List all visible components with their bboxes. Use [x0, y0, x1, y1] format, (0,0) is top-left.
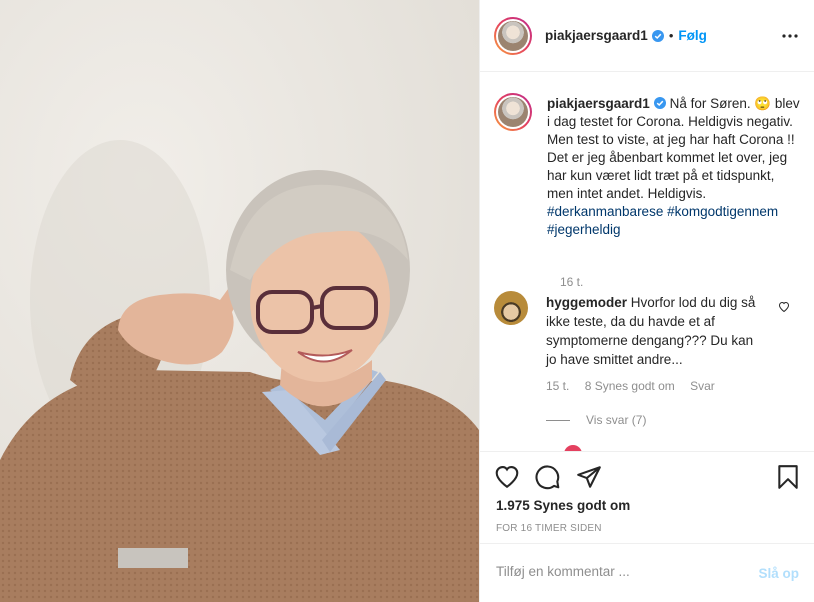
- hashtag-link[interactable]: #komgodtigennem: [667, 204, 778, 219]
- more-options-icon[interactable]: [781, 28, 799, 44]
- follow-button[interactable]: Følg: [678, 28, 707, 43]
- comment-text-block: hyggemoder Hvorfor lod du dig så ikke te…: [546, 293, 758, 369]
- comment-bubble-icon[interactable]: [535, 464, 561, 490]
- heart-icon[interactable]: [494, 464, 520, 490]
- view-replies-button[interactable]: Vis svar (7): [546, 413, 646, 427]
- comment-likes[interactable]: 8 Synes godt om: [585, 379, 675, 393]
- author-avatar[interactable]: [494, 16, 532, 55]
- reply-button[interactable]: Svar: [690, 379, 715, 393]
- paper-plane-icon[interactable]: [576, 464, 602, 490]
- avatar-image: [498, 97, 528, 127]
- verified-badge-icon: [651, 29, 664, 42]
- instagram-post-modal: piakjaersgaard1 • Følg piakjaersgaard1 N…: [0, 0, 814, 602]
- replies-line: [546, 419, 570, 421]
- bookmark-icon[interactable]: [775, 464, 801, 490]
- caption-avatar[interactable]: [494, 93, 532, 131]
- hashtag-link[interactable]: #jegerheldig: [547, 222, 621, 237]
- add-comment-bar: Slå op: [480, 543, 814, 602]
- comment-meta: 15 t. 8 Synes godt om Svar: [546, 379, 727, 393]
- post-comment-button[interactable]: Slå op: [758, 566, 799, 581]
- post-side-panel: piakjaersgaard1 • Følg piakjaersgaard1 N…: [479, 0, 814, 602]
- avatar-image: [498, 20, 528, 51]
- comment-input[interactable]: [496, 564, 736, 579]
- likes-count[interactable]: 1.975 Synes godt om: [496, 498, 630, 513]
- view-replies-label: Vis svar (7): [586, 413, 647, 427]
- author-username[interactable]: piakjaersgaard1: [545, 28, 648, 43]
- post-timestamp[interactable]: FOR 16 TIMER SIDEN: [496, 523, 602, 534]
- caption-body: Nå for Søren. 🙄 blev i dag testet for Co…: [547, 96, 800, 201]
- caption-username[interactable]: piakjaersgaard1: [547, 96, 650, 111]
- comment-like-heart-icon[interactable]: [778, 301, 790, 313]
- verified-badge-icon: [653, 97, 666, 109]
- post-header: piakjaersgaard1 • Følg: [480, 0, 814, 72]
- hashtag-link[interactable]: #derkanmanbarese: [547, 204, 663, 219]
- comment-time[interactable]: 15 t.: [546, 379, 569, 393]
- portrait-illustration: [0, 0, 479, 602]
- commenter-username[interactable]: hyggemoder: [546, 295, 627, 310]
- header-separator: •: [668, 28, 674, 43]
- post-photo: [0, 0, 479, 602]
- comments-list[interactable]: piakjaersgaard1 Nå for Søren. 🙄 blev i d…: [480, 73, 814, 451]
- caption-text-block: piakjaersgaard1 Nå for Søren. 🙄 blev i d…: [547, 95, 803, 239]
- commenter-avatar[interactable]: [494, 291, 528, 325]
- caption-time[interactable]: 16 t.: [560, 275, 583, 289]
- action-bar: 1.975 Synes godt om FOR 16 TIMER SIDEN: [480, 451, 814, 543]
